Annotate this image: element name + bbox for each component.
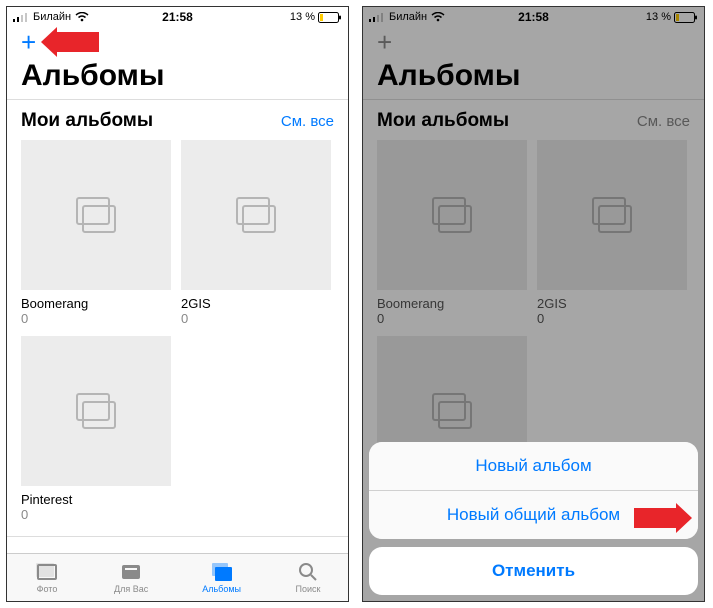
stack-icon [233, 196, 279, 234]
arrow-annotation [55, 32, 99, 52]
album-item[interactable]: 2GIS 0 [537, 140, 687, 326]
search-icon [295, 561, 321, 583]
new-album-button[interactable]: Новый альбом [369, 442, 698, 490]
album-count: 0 [181, 311, 331, 326]
section-my-albums-header: Мои альбомы См. все [7, 100, 348, 140]
stack-icon [429, 392, 475, 430]
album-thumbnail [537, 140, 687, 290]
album-count: 0 [537, 311, 687, 326]
signal-icon [369, 12, 385, 22]
album-count: 0 [21, 311, 171, 326]
phone-right: Билайн 21:58 13 % + Альбомы Мои альбомы … [362, 6, 705, 602]
see-all-link[interactable]: См. все [637, 113, 690, 130]
for-you-icon [118, 561, 144, 583]
album-name: 2GIS [181, 296, 331, 311]
stack-icon [429, 196, 475, 234]
cancel-button[interactable]: Отменить [369, 547, 698, 595]
carrier-label: Билайн [33, 11, 71, 23]
wifi-icon [431, 12, 445, 22]
battery-pct-label: 13 % [290, 11, 315, 23]
section-title: Мои альбомы [377, 110, 509, 132]
album-grid: Boomerang 0 2GIS 0 Pinterest 0 [7, 140, 348, 522]
stack-icon [589, 196, 635, 234]
photos-icon [34, 561, 60, 583]
wifi-icon [75, 12, 89, 22]
see-all-link[interactable]: См. все [281, 113, 334, 130]
battery-icon [674, 12, 698, 23]
add-button[interactable]: + [21, 29, 36, 55]
album-item[interactable]: Pinterest 0 [21, 336, 171, 522]
signal-icon [13, 12, 29, 22]
tab-label: Фото [37, 584, 58, 594]
tab-photos[interactable]: Фото [34, 561, 60, 594]
albums-icon [209, 561, 235, 583]
tab-for-you[interactable]: Для Вас [114, 561, 148, 594]
battery-icon [318, 12, 342, 23]
album-item[interactable]: 2GIS 0 [181, 140, 331, 326]
album-thumbnail [21, 336, 171, 486]
clock-label: 21:58 [162, 10, 193, 24]
album-count: 0 [377, 311, 527, 326]
album-count: 0 [21, 507, 171, 522]
carrier-label: Билайн [389, 11, 427, 23]
stack-icon [73, 196, 119, 234]
tab-label: Альбомы [202, 584, 241, 594]
tab-search[interactable]: Поиск [295, 561, 321, 594]
album-name: Pinterest [21, 492, 171, 507]
tab-label: Для Вас [114, 584, 148, 594]
tab-albums[interactable]: Альбомы [202, 561, 241, 594]
status-bar: Билайн 21:58 13 % [363, 7, 704, 27]
stack-icon [73, 392, 119, 430]
section-title: Мои альбомы [21, 110, 153, 132]
album-thumbnail [377, 140, 527, 290]
album-name: Boomerang [377, 296, 527, 311]
arrow-annotation [634, 508, 678, 528]
phone-left: Билайн 21:58 13 % + Альбомы Мои альбомы … [6, 6, 349, 602]
album-thumbnail [181, 140, 331, 290]
status-bar: Билайн 21:58 13 % [7, 7, 348, 27]
album-thumbnail [21, 140, 171, 290]
page-title: Альбомы [7, 57, 348, 99]
tab-bar: Фото Для Вас Альбомы Поиск [7, 553, 348, 601]
album-grid: Boomerang 0 2GIS 0 [363, 140, 704, 486]
album-item[interactable]: Boomerang 0 [21, 140, 171, 326]
add-button[interactable]: + [377, 29, 392, 55]
section-my-albums-header: Мои альбомы См. все [363, 100, 704, 140]
tab-label: Поиск [296, 584, 321, 594]
album-item[interactable]: Boomerang 0 [377, 140, 527, 326]
album-name: 2GIS [537, 296, 687, 311]
album-name: Boomerang [21, 296, 171, 311]
battery-pct-label: 13 % [646, 11, 671, 23]
clock-label: 21:58 [518, 10, 549, 24]
page-title: Альбомы [363, 57, 704, 99]
